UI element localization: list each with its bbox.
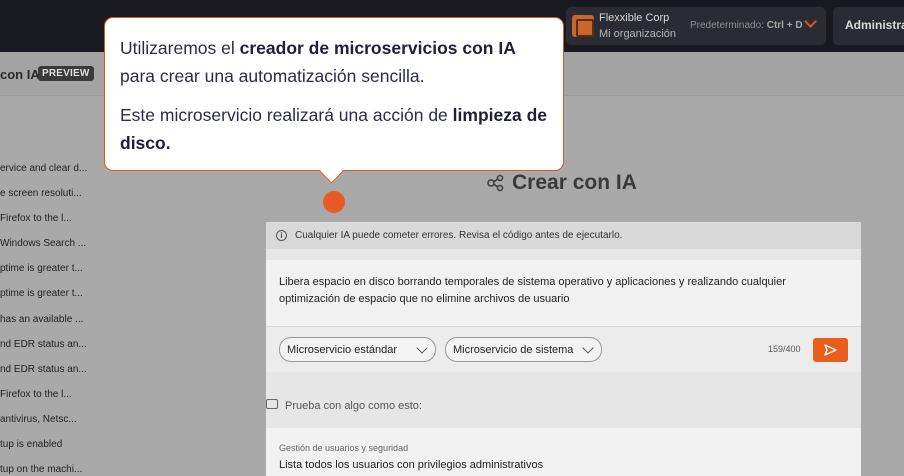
list-item[interactable]: Firefox to the l...: [0, 213, 100, 224]
default-label: Predeterminado:: [690, 20, 764, 31]
tooltip-paragraph-2: Este microservicio realizará una acción …: [120, 101, 550, 157]
list-item[interactable]: tup on the machi...: [0, 464, 100, 475]
suggestion-text: Lista todos los usuarios con privilegios…: [279, 459, 544, 471]
admin-menu-button[interactable]: Administra: [833, 7, 904, 45]
list-item[interactable]: ptime is greater t...: [0, 263, 100, 274]
character-counter: 159/400: [768, 344, 801, 354]
chevron-down-icon: [582, 342, 594, 354]
microservice-type-select[interactable]: Microservicio estándar: [279, 337, 436, 362]
prompt-controls: Microservicio estándar Microservicio de …: [266, 326, 861, 372]
list-item[interactable]: nd EDR status an...: [0, 364, 100, 375]
microservice-scope-select[interactable]: Microservicio de sistema: [445, 337, 602, 362]
default-shortcut-hint: Predeterminado: Ctrl + D: [690, 20, 803, 31]
microservice-list: ervice and clear d... e screen resoluti.…: [0, 96, 100, 476]
onboarding-tooltip: Utilizaremos el creador de microservicio…: [104, 17, 564, 171]
suggestions-header: Prueba con algo como esto:: [266, 392, 861, 428]
organization-name: Flexxible Corp: [599, 12, 670, 24]
default-shortcut: Ctrl + D: [766, 20, 803, 31]
preview-badge: PREVIEW: [38, 66, 94, 81]
chevron-down-icon: [416, 342, 428, 354]
microservice-scope-value: Microservicio de sistema: [453, 344, 574, 356]
warning-banner: i Cualquier IA puede cometer errores. Re…: [266, 222, 861, 249]
create-ai-title: Crear con IA: [512, 171, 637, 194]
info-icon: i: [276, 230, 287, 241]
organization-icon: [572, 15, 594, 37]
suggestion-category: Gestión de usuarios y seguridad: [279, 443, 409, 453]
list-item[interactable]: ptime is greater t...: [0, 288, 100, 299]
tooltip-paragraph-1: Utilizaremos el creador de microservicio…: [120, 34, 550, 90]
suggestion-card[interactable]: Gestión de usuarios y seguridad Lista to…: [266, 428, 861, 476]
organization-subtitle: Mi organización: [599, 28, 677, 40]
tooltip-highlight: creador de microservicios con IA: [239, 38, 516, 58]
list-item[interactable]: nd EDR status an...: [0, 339, 100, 350]
list-item[interactable]: antivirus, Netsc...: [0, 414, 100, 425]
warning-text: Cualquier IA puede cometer errores. Revi…: [295, 230, 623, 241]
microservice-type-value: Microservicio estándar: [287, 344, 398, 356]
organization-selector[interactable]: Flexxible Corp Mi organización Predeterm…: [566, 7, 826, 45]
tooltip-text: Este microservicio realizará una acción …: [120, 105, 453, 125]
list-item[interactable]: Windows Search ...: [0, 238, 100, 249]
suggestions-label: Prueba con algo como esto:: [285, 400, 422, 412]
prompt-input[interactable]: Libera espacio en disco borrando tempora…: [266, 260, 861, 326]
list-item[interactable]: tup is enabled: [0, 439, 100, 450]
admin-label: Administra: [845, 18, 904, 32]
chat-icon: [266, 399, 278, 409]
send-button[interactable]: [813, 338, 848, 362]
tooltip-text: para crear una automatización sencilla.: [120, 66, 425, 86]
tooltip-text: Utilizaremos el: [120, 38, 240, 58]
list-item[interactable]: has an available ...: [0, 314, 100, 325]
ai-nodes-icon: [487, 174, 504, 192]
list-item[interactable]: e screen resoluti...: [0, 188, 100, 199]
list-item[interactable]: ervice and clear d...: [0, 163, 100, 174]
chevron-down-icon[interactable]: [804, 15, 817, 28]
prompt-text: Libera espacio en disco borrando tempora…: [279, 276, 786, 305]
ai-creator-panel: i Cualquier IA puede cometer errores. Re…: [266, 222, 861, 476]
tour-hotspot[interactable]: [323, 191, 345, 213]
page-title: con IA: [0, 67, 40, 82]
list-item[interactable]: Firefox to the l...: [0, 389, 100, 400]
send-icon: [824, 344, 837, 356]
